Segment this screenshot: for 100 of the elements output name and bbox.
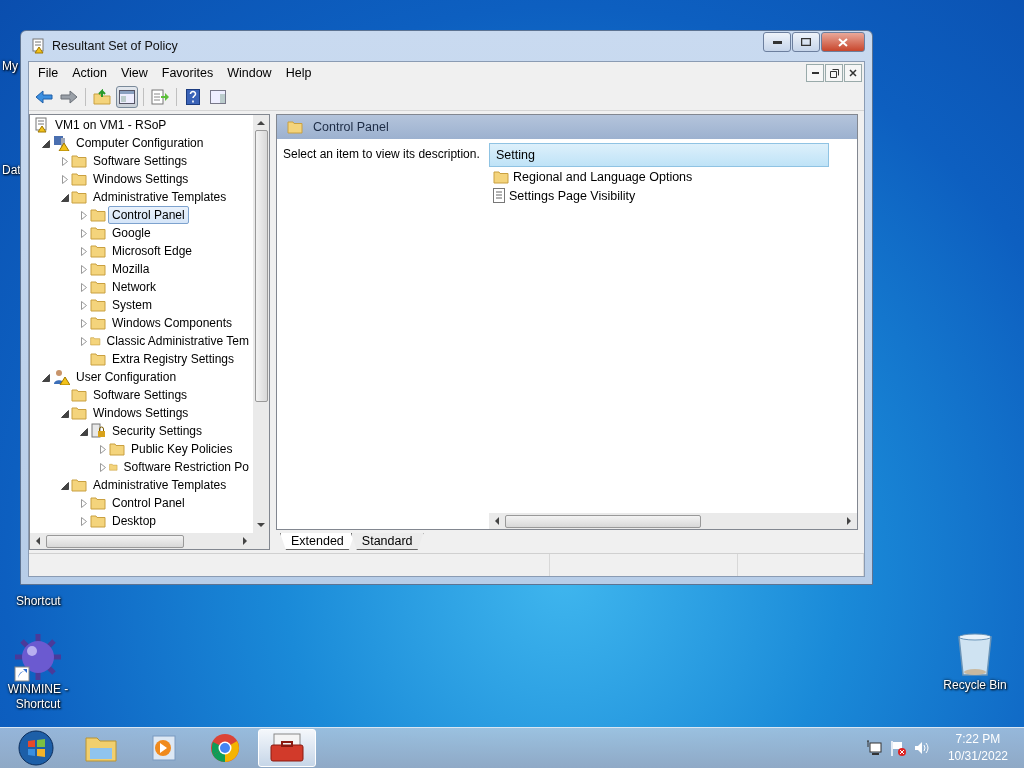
help-icon — [186, 89, 200, 105]
setting-list-icon — [493, 188, 505, 203]
mine-icon — [13, 632, 63, 682]
folder-icon — [90, 514, 106, 528]
tree-item[interactable]: Google — [108, 224, 155, 242]
scroll-up-arrow-icon[interactable] — [257, 119, 265, 127]
tree-arrow-icon[interactable] — [80, 426, 88, 436]
scroll-right-arrow-icon[interactable] — [241, 537, 249, 545]
tree-item[interactable]: Extra Registry Settings — [108, 350, 239, 368]
folder-icon — [71, 190, 87, 204]
scroll-left-arrow-icon[interactable] — [493, 517, 501, 525]
scroll-right-arrow-icon[interactable] — [845, 517, 853, 525]
toolbar-button[interactable] — [116, 86, 138, 108]
folder-icon — [71, 406, 87, 420]
scroll-left-arrow-icon[interactable] — [34, 537, 42, 545]
menu-item[interactable]: Action — [65, 66, 114, 80]
tree-item[interactable]: System — [108, 296, 156, 314]
desktop-icon-label[interactable]: Dat — [2, 163, 21, 177]
restore-icon — [829, 68, 839, 78]
tree-item[interactable]: Administrative Templates — [89, 476, 231, 494]
tree-item[interactable]: Desktop — [108, 512, 161, 530]
folder-icon — [71, 172, 87, 186]
speaker-icon[interactable] — [913, 740, 930, 756]
minimize-icon — [811, 72, 819, 74]
folder-icon — [71, 388, 87, 402]
back-arrow-icon — [35, 90, 53, 104]
close-button[interactable] — [844, 64, 862, 82]
tree-item[interactable]: Control Panel — [108, 494, 189, 512]
tree-item[interactable]: Network — [108, 278, 160, 296]
tree-item[interactable]: Microsoft Edge — [108, 242, 197, 260]
column-header[interactable]: Setting — [489, 143, 829, 167]
tree-item[interactable]: Administrative Templates — [89, 188, 231, 206]
minimize-button[interactable] — [763, 32, 791, 52]
desktop-icon-label[interactable]: My — [2, 59, 18, 73]
tree-item[interactable]: Windows Settings — [89, 170, 193, 188]
tree-item[interactable]: Software Settings — [89, 152, 192, 170]
window-title: Resultant Set of Policy — [52, 39, 179, 53]
restore-button[interactable] — [825, 64, 843, 82]
folder-icon — [85, 734, 117, 762]
desktop-icon-label[interactable]: Shortcut — [16, 594, 61, 608]
folder-icon — [71, 154, 87, 168]
folder-icon — [90, 298, 106, 312]
folder-icon — [90, 316, 106, 330]
folder-icon — [90, 280, 106, 294]
folder-icon — [71, 478, 87, 492]
folder-icon — [90, 352, 106, 366]
horizontal-scrollbar[interactable] — [489, 513, 857, 529]
folder-icon — [90, 496, 106, 510]
tree-item[interactable]: Security Settings — [108, 422, 207, 440]
desktop-icon-label[interactable]: Recycle Bin — [943, 678, 1007, 693]
taskbar-button[interactable] — [258, 729, 316, 767]
tree-item[interactable]: VM1 on VM1 - RSoP — [51, 116, 171, 134]
flag-error-icon[interactable] — [889, 740, 906, 756]
tree-item[interactable]: Mozilla — [108, 260, 154, 278]
menu-item[interactable]: File — [31, 66, 66, 80]
minimize-button[interactable] — [806, 64, 824, 82]
play-icon — [149, 734, 177, 762]
clock-time: 7:22 PM — [955, 731, 1001, 748]
tree-item[interactable]: Classic Administrative Tem — [102, 332, 253, 350]
menu-item[interactable]: Window — [220, 66, 279, 80]
folder-icon — [90, 334, 101, 348]
view-tab[interactable]: Standard — [350, 533, 424, 550]
tree-item[interactable]: Software Settings — [89, 386, 192, 404]
tree-arrow-icon[interactable] — [42, 138, 50, 148]
folder-icon — [90, 244, 106, 258]
setting-item[interactable]: Settings Page Visibility — [509, 188, 636, 203]
setting-item[interactable]: Regional and Language Options — [513, 169, 693, 184]
tree-arrow-icon[interactable] — [61, 480, 69, 490]
tree-item[interactable]: User Configuration — [72, 368, 181, 386]
tree-item[interactable]: Computer Configuration — [72, 134, 208, 152]
desktop-icon-label[interactable]: WINMINE - Shortcut — [0, 682, 78, 712]
tree-item[interactable]: Public Key Policies — [127, 440, 237, 458]
maximize-icon — [801, 38, 811, 46]
tree-item[interactable]: Windows Components — [108, 314, 237, 332]
tree-arrow-icon[interactable] — [61, 192, 69, 202]
export-list-icon — [151, 89, 169, 105]
tree-item[interactable]: Control Panel — [108, 206, 189, 224]
folder-up-icon — [93, 89, 111, 105]
tree-item[interactable]: Software Restriction Po — [119, 458, 253, 476]
policy-scroll-icon — [33, 117, 49, 133]
menu-item[interactable]: Favorites — [154, 66, 221, 80]
start-button[interactable] — [18, 730, 54, 766]
minimize-icon — [772, 40, 782, 44]
menu-item[interactable]: Help — [278, 66, 319, 80]
header-title: Control Panel — [313, 120, 389, 134]
maximize-button[interactable] — [792, 32, 820, 52]
folder-icon — [90, 208, 106, 222]
horizontal-scrollbar[interactable] — [30, 533, 269, 549]
view-tab[interactable]: Extended — [280, 533, 355, 550]
scroll-down-arrow-icon[interactable] — [257, 521, 265, 529]
policy-scroll-icon — [30, 38, 46, 54]
tree-arrow-icon[interactable] — [42, 372, 50, 382]
vertical-scrollbar[interactable] — [253, 115, 269, 533]
tree-item[interactable]: Windows Settings — [89, 404, 193, 422]
menu-item[interactable]: View — [113, 66, 155, 80]
user-warning-icon — [52, 369, 70, 385]
tree-arrow-icon[interactable] — [61, 408, 69, 418]
folder-icon — [493, 169, 509, 184]
network-icon[interactable] — [865, 740, 882, 756]
folder-icon — [90, 262, 106, 276]
